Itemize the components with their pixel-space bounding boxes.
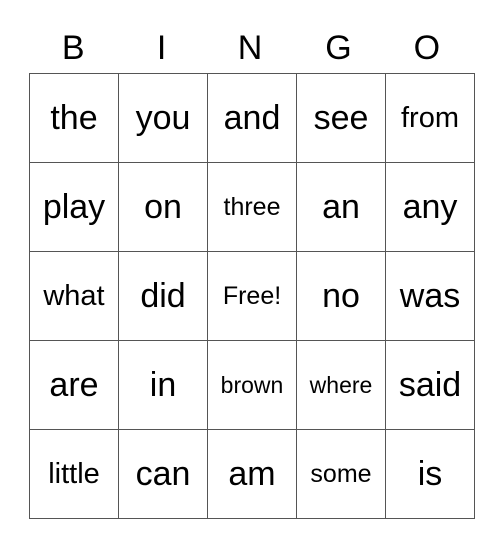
grid-cell: did <box>118 251 208 341</box>
grid-cell: play <box>29 162 119 252</box>
grid-cell: can <box>118 429 208 519</box>
header-letter-g: G <box>325 29 352 67</box>
grid-row: little can am some is <box>29 429 475 519</box>
grid-cell: from <box>385 73 475 163</box>
grid-cell: where <box>296 340 386 430</box>
grid-cell: and <box>207 73 297 163</box>
grid-cell: you <box>118 73 208 163</box>
grid-cell: are <box>29 340 119 430</box>
grid-cell: any <box>385 162 475 252</box>
grid-cell: said <box>385 340 475 430</box>
grid-cell: an <box>296 162 386 252</box>
header-letter-o: O <box>413 29 441 67</box>
bingo-header: B I N G O <box>29 26 471 70</box>
grid-row: are in brown where said <box>29 340 475 430</box>
grid-cell: the <box>29 73 119 163</box>
grid-cell: in <box>118 340 208 430</box>
header-letter-n: N <box>237 29 263 67</box>
grid-cell: no <box>296 251 386 341</box>
bingo-grid: the you and see from play on three an an… <box>29 73 475 519</box>
header-letter-b: B <box>61 29 85 67</box>
grid-cell: some <box>296 429 386 519</box>
grid-cell: am <box>207 429 297 519</box>
grid-cell: is <box>385 429 475 519</box>
grid-row: play on three an any <box>29 162 475 252</box>
grid-cell: was <box>385 251 475 341</box>
free-space-cell: Free! <box>207 251 297 341</box>
grid-row: the you and see from <box>29 73 475 163</box>
grid-cell: three <box>207 162 297 252</box>
grid-cell: on <box>118 162 208 252</box>
grid-cell: brown <box>207 340 297 430</box>
grid-cell: what <box>29 251 119 341</box>
header-letter-i: I <box>156 29 167 67</box>
grid-cell: see <box>296 73 386 163</box>
grid-cell: little <box>29 429 119 519</box>
grid-row: what did Free! no was <box>29 251 475 341</box>
